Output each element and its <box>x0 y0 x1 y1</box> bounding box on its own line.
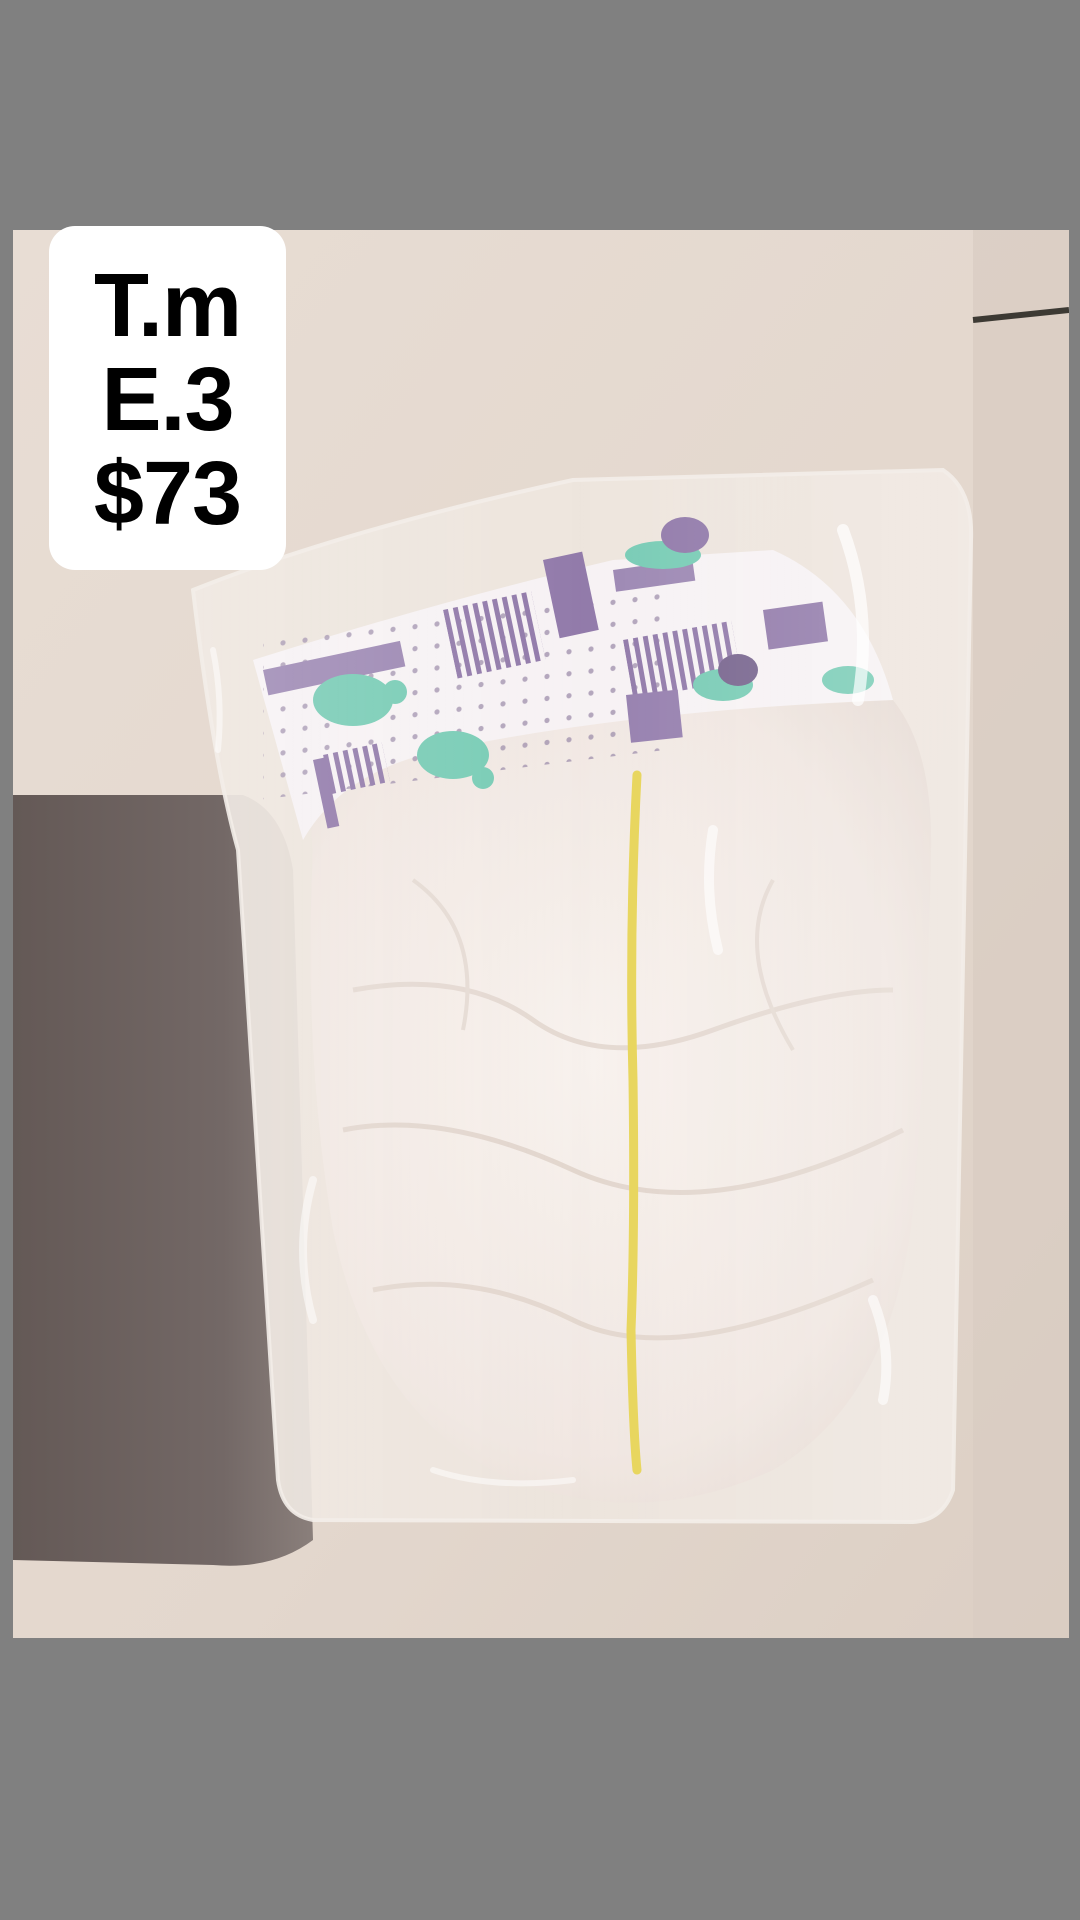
condition-text: E.3 <box>101 350 234 450</box>
price-label-card: T.m E.3 $73 <box>49 226 286 570</box>
price-text: $73 <box>93 444 242 544</box>
size-text: T.m <box>93 256 242 356</box>
screen: T.m E.3 $73 <box>0 0 1080 1920</box>
